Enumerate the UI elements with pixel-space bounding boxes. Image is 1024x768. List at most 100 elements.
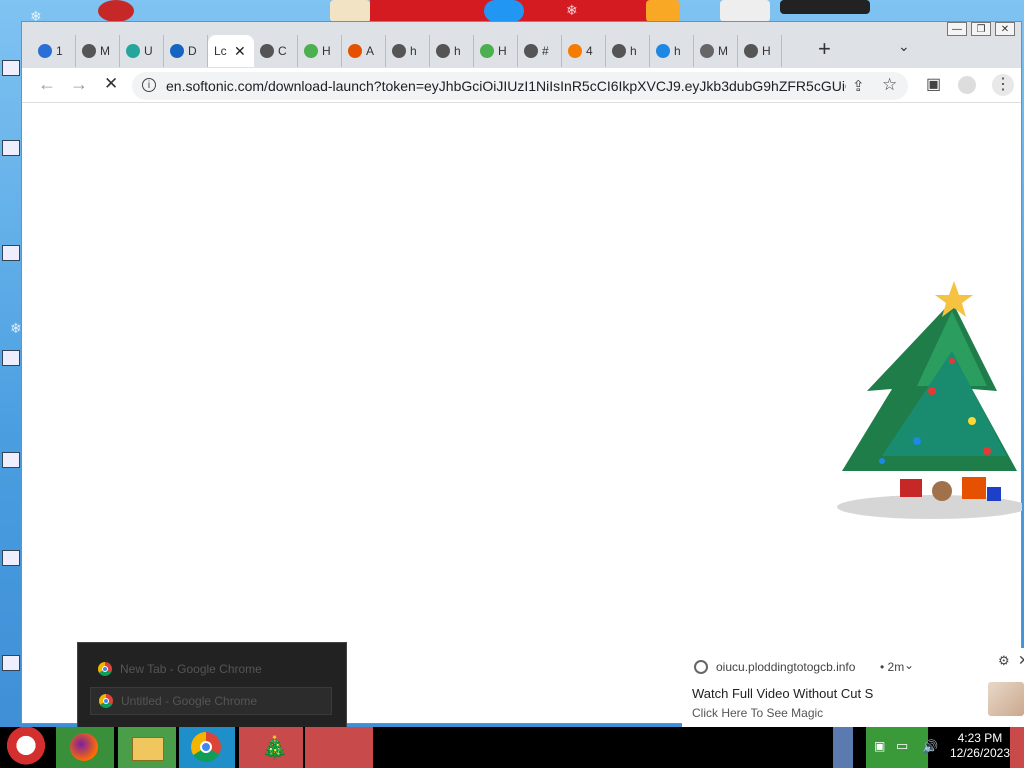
globe-icon: [436, 44, 450, 58]
desktop-shortcut-icon[interactable]: [2, 550, 20, 566]
stop-loading-button[interactable]: ✕: [104, 74, 118, 94]
info-icon[interactable]: i: [142, 78, 156, 92]
browser-tab[interactable]: h: [430, 35, 474, 67]
tab-strip: — ❐ ✕ 1 M U D Lc ✕ C H Ah h H #4 h h M H + ⌄: [22, 22, 1021, 68]
browser-tab[interactable]: H: [298, 35, 342, 67]
globe-icon: [38, 44, 52, 58]
browser-tab[interactable]: h: [606, 35, 650, 67]
tab-label: 4: [586, 44, 593, 58]
close-icon[interactable]: ✕: [1018, 652, 1024, 669]
system-clock[interactable]: 4:23 PM 12/26/2023: [950, 731, 1010, 761]
desktop-icon-top[interactable]: [330, 0, 370, 22]
folder-icon: [132, 737, 164, 761]
browser-tab[interactable]: A: [342, 35, 386, 67]
wave-icon: [656, 44, 670, 58]
browser-tab[interactable]: M: [694, 35, 738, 67]
chrome-window: — ❐ ✕ 1 M U D Lc ✕ C H Ah h H #4 h h M H + ⌄ ← → ✕ i en…: [21, 21, 1024, 740]
taskbar: 🎄 ▣ ▭ 🔊 4:23 PM 12/26/2023: [0, 727, 1024, 768]
browser-tab[interactable]: Lc ✕: [208, 35, 254, 67]
desktop-shortcut-icon[interactable]: [2, 140, 20, 156]
share-icon[interactable]: ⇪: [852, 77, 865, 95]
browser-tab[interactable]: H: [738, 35, 782, 67]
tab-label: Lc: [214, 44, 227, 58]
desktop-icon-top[interactable]: [780, 0, 870, 14]
tab-label: #: [542, 44, 549, 58]
desktop-shortcut-icon[interactable]: [2, 60, 20, 76]
leaf-icon: [304, 44, 318, 58]
leaf-icon: [480, 44, 494, 58]
tab-label: 1: [56, 44, 63, 58]
app-taskbar-button[interactable]: [305, 727, 373, 768]
menu-kebab-icon[interactable]: ⋮: [992, 74, 1014, 96]
browser-tab[interactable]: U: [120, 35, 164, 67]
desktop-shortcut-icon[interactable]: [2, 655, 20, 671]
browser-tab[interactable]: C: [254, 35, 298, 67]
browser-tab[interactable]: 1: [32, 35, 76, 67]
maximize-button[interactable]: ❐: [971, 22, 991, 36]
start-button-santa-icon[interactable]: [4, 727, 48, 768]
popup-item-untitled[interactable]: Untitled - Google Chrome: [90, 687, 332, 715]
forward-button[interactable]: →: [70, 74, 88, 95]
file-explorer-taskbar-button[interactable]: [118, 727, 176, 768]
close-window-button[interactable]: ✕: [995, 22, 1015, 36]
address-bar[interactable]: i en.softonic.com/download-launch?token=…: [132, 72, 908, 100]
tray-app-icon[interactable]: [833, 727, 853, 768]
browser-tab[interactable]: h: [386, 35, 430, 67]
tab-label: h: [454, 44, 461, 58]
firefox-taskbar-button[interactable]: [56, 727, 114, 768]
minimize-button[interactable]: —: [947, 22, 967, 36]
close-tab-icon[interactable]: ✕: [234, 43, 246, 60]
notification-thumbnail: [988, 682, 1024, 716]
new-tab-button[interactable]: +: [818, 36, 831, 62]
notification-body: Click Here To See Magic: [692, 706, 824, 720]
dot-icon: [170, 44, 184, 58]
system-tray: ▣ ▭: [866, 727, 928, 768]
snowflake-icon: ❄: [566, 2, 578, 18]
back-button[interactable]: ←: [38, 74, 56, 95]
xmas-tree-taskbar-button[interactable]: 🎄: [239, 727, 303, 768]
firefox-icon: [70, 733, 98, 761]
tab-label: h: [630, 44, 637, 58]
tab-label: U: [144, 44, 153, 58]
browser-tab[interactable]: 4: [562, 35, 606, 67]
blogger-icon: [568, 44, 582, 58]
tree-icon: 🎄: [261, 735, 289, 760]
globe-icon: [392, 44, 406, 58]
gear-icon[interactable]: ⚙: [998, 653, 1010, 669]
tab-label: M: [100, 44, 110, 58]
browser-tab[interactable]: h: [650, 35, 694, 67]
tab-search-chevron-icon[interactable]: ⌄: [898, 38, 910, 55]
desktop-icon-top[interactable]: [98, 0, 134, 22]
popup-item-new-tab[interactable]: New Tab - Google Chrome: [90, 655, 332, 683]
side-panel-icon[interactable]: ▣: [926, 74, 941, 94]
monitor-icon[interactable]: ▭: [896, 738, 908, 754]
chevron-down-icon[interactable]: ⌄: [904, 658, 914, 672]
desktop-icon-top[interactable]: [720, 0, 770, 22]
desktop-shortcut-icon[interactable]: [2, 452, 20, 468]
notification-age: • 2m: [880, 660, 905, 674]
tab-label: H: [322, 44, 331, 58]
desktop-icon-top[interactable]: [484, 0, 524, 22]
chrome-taskbar-button[interactable]: [179, 727, 235, 768]
desktop-shortcut-icon[interactable]: [2, 350, 20, 366]
url-text[interactable]: en.softonic.com/download-launch?token=ey…: [166, 78, 846, 94]
browser-tab[interactable]: D: [164, 35, 208, 67]
desktop-shortcut-icon[interactable]: [2, 245, 20, 261]
notification-title: Watch Full Video Without Cut S: [692, 686, 874, 701]
chrome-icon: [700, 44, 714, 58]
volume-icon[interactable]: 🔊: [922, 739, 938, 755]
desktop-icon-top[interactable]: [646, 0, 680, 22]
clock-date: 12/26/2023: [949, 746, 1010, 760]
browser-tab[interactable]: #: [518, 35, 562, 67]
tab-label: h: [674, 44, 681, 58]
browser-tab[interactable]: H: [474, 35, 518, 67]
browser-tab[interactable]: M: [76, 35, 120, 67]
notification-site: oiucu.ploddingtotogcb.info: [716, 660, 856, 674]
snowflake-icon: ❄: [10, 320, 22, 336]
show-desktop-button[interactable]: [1010, 727, 1024, 768]
christmas-tree-image: [837, 281, 1022, 519]
bookmark-star-icon[interactable]: ☆: [882, 75, 897, 95]
network-icon[interactable]: ▣: [874, 739, 885, 753]
profile-avatar-icon[interactable]: [958, 76, 976, 94]
chrome-icon: [191, 732, 221, 762]
